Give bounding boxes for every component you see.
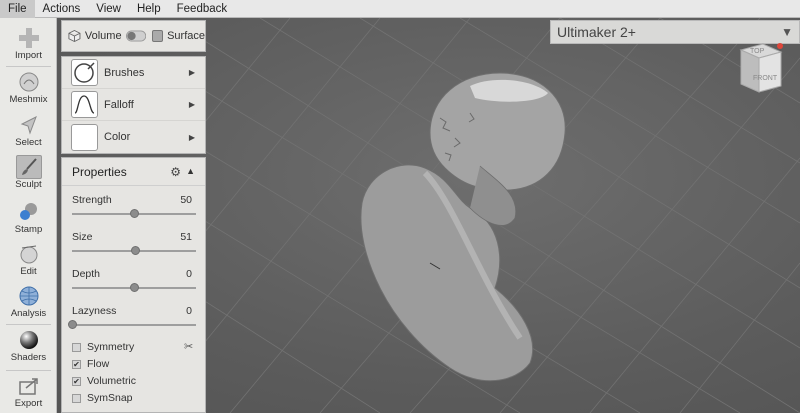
depth-slider-row: Depth 0: [72, 268, 196, 292]
red-indicator-dot: [777, 43, 783, 49]
color-label: Color: [104, 131, 131, 143]
shader-sphere-icon: [16, 328, 42, 352]
brush-panel: Brushes ▶ Falloff ▶ Color ▶: [61, 56, 206, 154]
color-row[interactable]: Color ▶: [62, 121, 205, 153]
checkbox-box[interactable]: [72, 342, 81, 352]
tool-sculpt-label: Sculpt: [15, 179, 42, 190]
toolbar-divider: [6, 66, 51, 67]
properties-title: Properties: [72, 164, 127, 179]
volumetric-label: Volumetric: [87, 375, 137, 387]
tool-import[interactable]: Import: [2, 24, 55, 64]
slider-knob[interactable]: [68, 320, 77, 329]
lazyness-value: 0: [186, 305, 192, 317]
menu-bar: File Actions View Help Feedback: [0, 0, 800, 18]
tool-edit-label: Edit: [20, 266, 37, 277]
size-slider-row: Size 51: [72, 231, 196, 255]
tool-analysis-label: Analysis: [10, 308, 47, 319]
color-swatch: [71, 123, 98, 151]
select-arrow-icon: [16, 113, 42, 137]
toolbar-divider: [6, 324, 51, 325]
cube-icon: [68, 29, 81, 43]
tool-sidebar: Import Meshmix Select Sculpt Stamp Edit: [0, 18, 57, 413]
view-cube[interactable]: TOP FRONT: [733, 40, 783, 96]
depth-value: 0: [186, 268, 192, 280]
volume-surface-toggle[interactable]: [125, 30, 146, 42]
tool-stamp[interactable]: Stamp: [2, 198, 55, 238]
symsnap-checkbox[interactable]: SymSnap: [72, 391, 133, 405]
depth-slider[interactable]: [72, 283, 196, 292]
export-icon: [16, 374, 42, 398]
symmetry-tool-icon[interactable]: ✂: [184, 340, 193, 353]
tool-shaders[interactable]: Shaders: [2, 326, 55, 366]
edit-icon: [16, 242, 42, 266]
chevron-right-icon: ▶: [188, 68, 195, 77]
flow-label: Flow: [87, 358, 110, 370]
symmetry-checkbox[interactable]: Symmetry: [72, 340, 134, 354]
menu-feedback[interactable]: Feedback: [169, 0, 236, 18]
properties-panel: Properties ⚙ ▲ Strength 50 Size 51 Depth…: [61, 157, 206, 413]
tool-select[interactable]: Select: [2, 111, 55, 151]
lazyness-slider[interactable]: [68, 320, 196, 329]
brushes-label: Brushes: [104, 66, 145, 79]
view-cube-top-label: TOP: [750, 48, 765, 55]
tool-sculpt[interactable]: Sculpt: [2, 153, 55, 193]
surface-label: Surface: [167, 30, 205, 42]
strength-label: Strength: [72, 194, 112, 206]
lazyness-label: Lazyness: [72, 305, 117, 317]
chevron-right-icon: ▶: [188, 132, 195, 142]
brush-icon: [15, 155, 42, 179]
brushes-thumbnail: [71, 59, 98, 86]
mode-panel: Volume Surface: [61, 20, 206, 52]
checkbox-box[interactable]: ✔: [72, 376, 81, 386]
tool-stamp-label: Stamp: [14, 224, 43, 235]
slider-knob[interactable]: [130, 283, 139, 292]
falloff-label: Falloff: [104, 98, 134, 111]
tool-export-label: Export: [14, 398, 43, 409]
surface-swatch[interactable]: [151, 30, 164, 42]
tool-import-label: Import: [15, 50, 42, 61]
flow-checkbox[interactable]: ✔ Flow: [72, 357, 109, 371]
strength-slider[interactable]: [72, 209, 196, 218]
menu-view[interactable]: View: [88, 0, 129, 18]
collapse-arrow-icon[interactable]: ▲: [186, 166, 195, 176]
size-slider[interactable]: [72, 246, 196, 255]
view-cube-front-label: FRONT: [753, 75, 778, 82]
falloff-thumbnail: [71, 91, 98, 118]
size-label: Size: [72, 231, 93, 243]
analysis-globe-icon: [16, 284, 42, 308]
size-value: 51: [180, 231, 192, 243]
tool-meshmix-label: Meshmix: [9, 94, 48, 105]
symmetry-label: Symmetry: [87, 341, 135, 353]
tool-analysis[interactable]: Analysis: [2, 282, 55, 322]
checkbox-box[interactable]: ✔: [72, 359, 81, 369]
menu-actions[interactable]: Actions: [35, 0, 89, 18]
tool-export[interactable]: Export: [2, 372, 55, 412]
checkbox-box[interactable]: [72, 393, 81, 403]
menu-file[interactable]: File: [0, 0, 35, 18]
plus-icon: [16, 26, 42, 50]
printer-name: Ultimaker 2+: [557, 24, 636, 40]
falloff-row[interactable]: Falloff ▶: [62, 89, 205, 121]
slider-knob[interactable]: [131, 246, 141, 255]
meshmix-icon: [16, 70, 42, 94]
symsnap-label: SymSnap: [87, 392, 133, 404]
properties-header: Properties ⚙ ▲: [62, 158, 205, 186]
volumetric-checkbox[interactable]: ✔ Volumetric: [72, 374, 136, 388]
strength-slider-row: Strength 50: [72, 194, 196, 218]
tool-edit[interactable]: Edit: [2, 240, 55, 280]
stamp-icon: [16, 200, 42, 224]
volume-label: Volume: [84, 30, 122, 42]
gear-icon[interactable]: ⚙: [170, 165, 181, 179]
brushes-row[interactable]: Brushes ▶: [62, 57, 205, 89]
slider-knob[interactable]: [130, 209, 139, 218]
depth-label: Depth: [72, 268, 101, 280]
tool-shaders-label: Shaders: [10, 352, 47, 363]
strength-value: 50: [180, 194, 192, 206]
toolbar-divider: [6, 370, 51, 371]
chevron-right-icon: ▶: [188, 100, 195, 109]
tool-meshmix[interactable]: Meshmix: [2, 68, 55, 108]
menu-help[interactable]: Help: [129, 0, 169, 18]
lazyness-slider-row: Lazyness 0: [68, 305, 196, 329]
tool-select-label: Select: [15, 137, 42, 148]
